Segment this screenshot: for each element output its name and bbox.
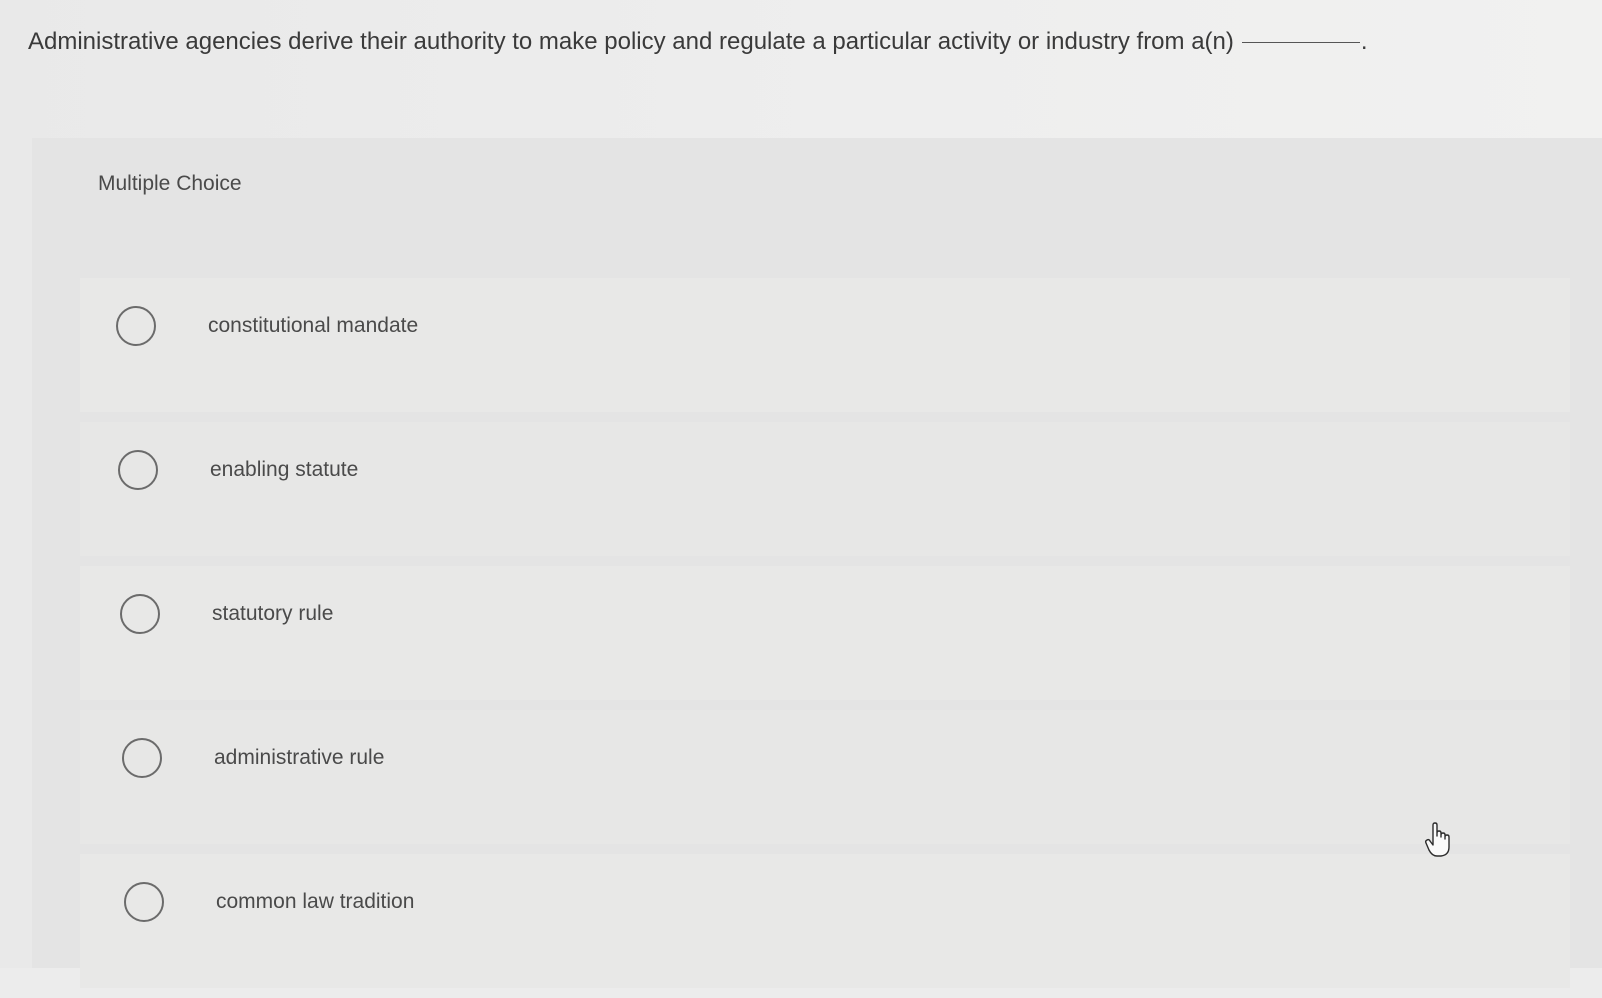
answer-option-1[interactable]: constitutional mandate: [80, 278, 1570, 412]
answer-options-list: constitutional mandate enabling statute …: [80, 278, 1570, 998]
question-prompt: Administrative agencies derive their aut…: [28, 22, 1548, 62]
answer-option-label[interactable]: common law tradition: [216, 890, 414, 914]
radio-button[interactable]: [124, 882, 164, 922]
answer-blank: [1241, 42, 1360, 43]
answer-option-2[interactable]: enabling statute: [80, 422, 1570, 556]
question-text: Administrative agencies derive their aut…: [28, 28, 1234, 55]
answer-option-label[interactable]: statutory rule: [212, 602, 333, 626]
answer-option-3[interactable]: statutory rule: [80, 566, 1570, 700]
answer-option-label[interactable]: administrative rule: [214, 746, 384, 770]
answer-option-4[interactable]: administrative rule: [80, 710, 1570, 844]
answer-option-label[interactable]: constitutional mandate: [208, 314, 418, 338]
radio-button[interactable]: [118, 450, 158, 490]
radio-button[interactable]: [122, 738, 162, 778]
radio-button[interactable]: [116, 306, 156, 346]
radio-button[interactable]: [120, 594, 160, 634]
question-period: .: [1360, 28, 1368, 55]
multiple-choice-card: Multiple Choice constitutional mandate e…: [32, 138, 1602, 988]
page: Administrative agencies derive their aut…: [0, 0, 1602, 988]
answer-option-label[interactable]: enabling statute: [210, 458, 358, 482]
hand-pointer-icon: [1424, 822, 1450, 857]
question-type-label: Multiple Choice: [98, 172, 242, 195]
